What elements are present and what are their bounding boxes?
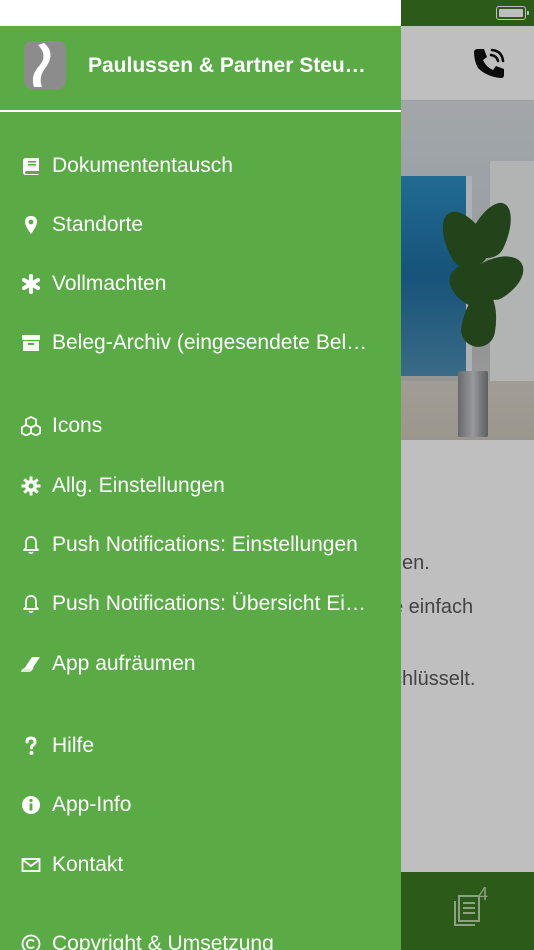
menu-item-label: Dokumententausch xyxy=(52,154,233,177)
menu-item-kontakt[interactable]: Kontakt xyxy=(0,839,401,891)
menu-item-app-aufraeumen[interactable]: App aufräumen xyxy=(0,638,401,690)
menu-item-label: Push Notifications: Übersicht Ei… xyxy=(52,592,366,615)
company-logo xyxy=(24,41,66,89)
drawer-status-bar xyxy=(0,0,401,26)
menu-item-einstellungen[interactable]: Allg. Einstellungen xyxy=(0,460,401,512)
map-pin-icon xyxy=(20,214,42,236)
menu-item-beleg-archiv[interactable]: Beleg-Archiv (eingesendete Bel… xyxy=(0,317,401,369)
menu-item-push-einstellungen[interactable]: Push Notifications: Einstellungen xyxy=(0,519,401,571)
menu-item-label: Kontakt xyxy=(52,853,124,876)
menu-item-app-info[interactable]: App-Info xyxy=(0,779,401,831)
bell-icon xyxy=(20,593,42,615)
envelope-icon xyxy=(20,854,42,876)
menu-item-label: Copyright & Umsetzung xyxy=(52,932,274,950)
bell-icon xyxy=(20,534,42,556)
gear-icon xyxy=(20,475,42,497)
question-icon xyxy=(20,735,42,757)
copyright-icon xyxy=(20,933,42,950)
menu-item-vollmachten[interactable]: Vollmachten xyxy=(0,258,401,310)
drawer-title: Paulussen & Partner Steu… xyxy=(88,54,366,77)
menu-item-label: Icons xyxy=(52,414,103,437)
archive-box-icon xyxy=(20,332,42,354)
menu-item-icons[interactable]: Icons xyxy=(0,400,401,452)
info-circle-icon xyxy=(20,794,42,816)
eraser-icon xyxy=(20,653,42,675)
menu-item-standorte[interactable]: Standorte xyxy=(0,199,401,251)
menu-item-dokumententausch[interactable]: Dokumententausch xyxy=(0,140,401,192)
menu-item-label: Allg. Einstellungen xyxy=(52,474,225,497)
drawer-header: Paulussen & Partner Steu… xyxy=(0,26,401,112)
navigation-drawer: Paulussen & Partner Steu… Dokumententaus… xyxy=(0,0,401,950)
menu-item-push-uebersicht[interactable]: Push Notifications: Übersicht Ei… xyxy=(0,578,401,630)
menu-item-label: App aufräumen xyxy=(52,652,196,675)
asterisk-icon xyxy=(20,273,42,295)
menu-item-label: Vollmachten xyxy=(52,272,167,295)
menu-item-label: Hilfe xyxy=(52,734,95,757)
cubes-icon xyxy=(20,415,42,437)
menu-item-label: App-Info xyxy=(52,793,132,816)
menu-item-label: Beleg-Archiv (eingesendete Bel… xyxy=(52,331,368,354)
menu-item-hilfe[interactable]: Hilfe xyxy=(0,720,401,772)
book-icon xyxy=(20,155,42,177)
menu-item-label: Standorte xyxy=(52,213,144,236)
menu-item-label: Push Notifications: Einstellungen xyxy=(52,533,358,556)
menu-item-copyright[interactable]: Copyright & Umsetzung xyxy=(0,918,401,950)
